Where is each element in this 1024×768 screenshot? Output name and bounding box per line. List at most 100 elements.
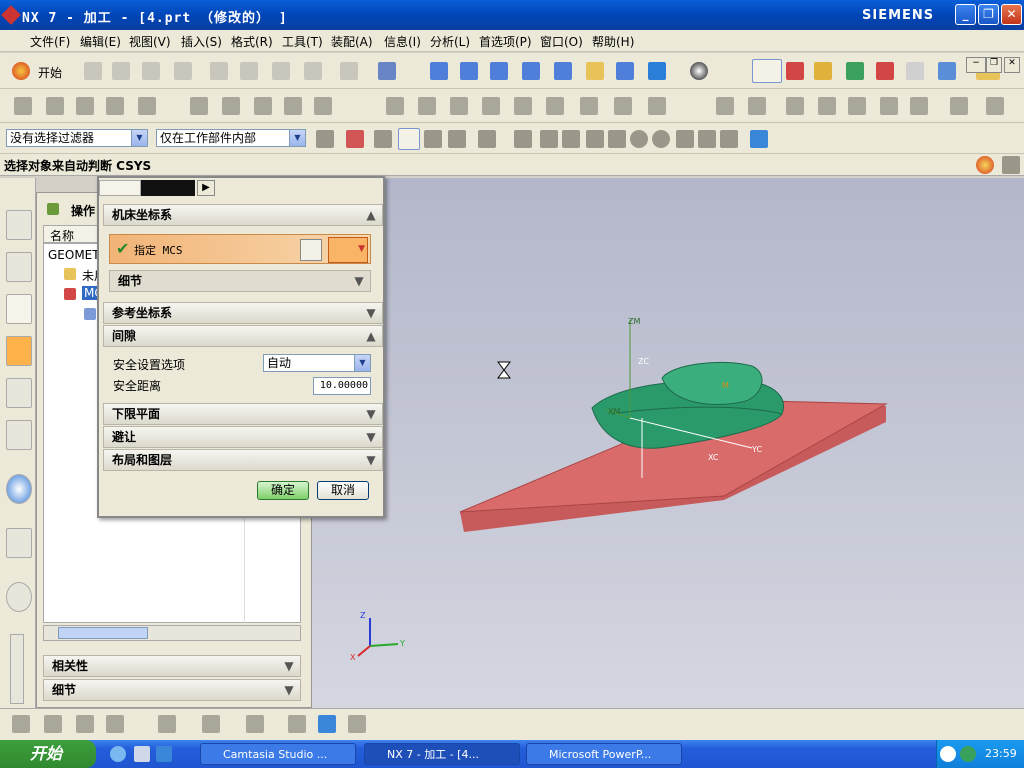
restore-subwindow-button[interactable]: −: [966, 57, 986, 73]
menu-view[interactable]: 视图(V): [129, 33, 171, 50]
assembly-navigator-tab[interactable]: [6, 210, 32, 240]
filter-settings-icon[interactable]: [316, 130, 334, 148]
section-details[interactable]: 细节 ▼: [43, 679, 301, 701]
perspective-icon[interactable]: [616, 62, 634, 80]
task-powerpoint[interactable]: Microsoft PowerP...: [526, 743, 682, 765]
web-browser-tab[interactable]: [6, 528, 32, 558]
menu-tools[interactable]: 工具(T): [282, 33, 323, 50]
menu-assembly[interactable]: 装配(A): [331, 33, 373, 50]
create-geometry-icon[interactable]: [76, 97, 94, 115]
shop-doc-icon[interactable]: [514, 97, 532, 115]
object-snap-icon[interactable]: [398, 128, 420, 150]
bottom-tool-10-icon[interactable]: [348, 715, 366, 733]
print-icon[interactable]: [174, 62, 192, 80]
cancel-button[interactable]: 取消: [317, 481, 369, 500]
section-machine-csys[interactable]: 机床坐标系 ▲: [103, 204, 383, 226]
section-avoidance[interactable]: 避让 ▼: [103, 426, 383, 448]
menu-window[interactable]: 窗口(O): [540, 33, 583, 50]
menu-insert[interactable]: 插入(S): [181, 33, 222, 50]
replay-path-icon[interactable]: [876, 62, 894, 80]
tray-arrow-icon[interactable]: [940, 746, 956, 762]
bottom-tool-7-icon[interactable]: [246, 715, 264, 733]
reuse-library-tab[interactable]: [6, 420, 32, 450]
point-on-face-icon[interactable]: [720, 130, 738, 148]
line-snap-icon[interactable]: [424, 130, 442, 148]
chevron-down-icon[interactable]: ▼: [289, 130, 305, 146]
rectangle-select-icon[interactable]: [478, 130, 496, 148]
menu-analysis[interactable]: 分析(L): [430, 33, 470, 50]
perpendicular-snap-icon[interactable]: [608, 130, 626, 148]
postprocess-icon[interactable]: [580, 97, 598, 115]
maximize-button[interactable]: ❐: [978, 4, 999, 25]
delete-icon[interactable]: [304, 62, 322, 80]
shaded-view-icon[interactable]: [648, 62, 666, 80]
paste-operation-icon[interactable]: [254, 97, 272, 115]
csys-type-dropdown[interactable]: ▼: [328, 237, 368, 263]
safety-option-select[interactable]: 自动 ▼: [263, 354, 371, 372]
bottom-tool-3-icon[interactable]: [76, 715, 94, 733]
center-snap-icon[interactable]: [630, 130, 648, 148]
output-icon[interactable]: [546, 97, 564, 115]
media-icon[interactable]: [156, 746, 172, 762]
undo-icon[interactable]: [340, 62, 358, 80]
create-method-icon[interactable]: [106, 97, 124, 115]
boundary-icon[interactable]: [880, 97, 898, 115]
full-screen-icon[interactable]: [1002, 156, 1020, 174]
assembly-snap-icon[interactable]: [750, 130, 768, 148]
section-reference-csys[interactable]: 参考坐标系 ▼: [103, 302, 383, 324]
ie-icon[interactable]: [110, 746, 126, 762]
cls-manager-icon[interactable]: [648, 97, 666, 115]
chevron-down-icon[interactable]: ▼: [131, 130, 147, 146]
blank-icon[interactable]: [950, 97, 968, 115]
feature-group-icon[interactable]: [748, 97, 766, 115]
history-clock-icon[interactable]: [6, 582, 32, 612]
horizontal-scrollbar[interactable]: [43, 625, 301, 641]
maximize-subwindow-button[interactable]: ❐: [986, 57, 1002, 73]
zoom-icon[interactable]: [460, 62, 478, 80]
close-subwindow-button[interactable]: ✕: [1004, 57, 1020, 73]
undo-select-icon[interactable]: [374, 130, 392, 148]
bottom-tool-2-icon[interactable]: [44, 715, 62, 733]
desktop-icon[interactable]: [134, 746, 150, 762]
wcs-dynamic-icon[interactable]: [752, 59, 782, 83]
copy-icon[interactable]: [240, 62, 258, 80]
section-layout-layers[interactable]: 布局和图层 ▼: [103, 449, 383, 471]
quadrant-snap-icon[interactable]: [652, 130, 670, 148]
menu-file[interactable]: 文件(F): [30, 33, 70, 50]
copy-operation-icon[interactable]: [222, 97, 240, 115]
tray-app-icon[interactable]: [960, 746, 976, 762]
graphics-window[interactable]: ZM XM M XC YC ZC Z Y X: [312, 178, 1024, 708]
machine-tool-navigator-tab[interactable]: [6, 336, 32, 366]
resource-scroll[interactable]: [10, 634, 24, 704]
open-file-icon[interactable]: [112, 62, 130, 80]
cut-icon[interactable]: [210, 62, 228, 80]
edit-object-icon[interactable]: [378, 62, 396, 80]
surface-icon[interactable]: [910, 97, 928, 115]
transform-icon[interactable]: [450, 97, 468, 115]
menu-help[interactable]: 帮助(H): [592, 33, 634, 50]
type-filter-select[interactable]: 没有选择过滤器 ▼: [6, 129, 148, 147]
operation-navigator-tab[interactable]: [6, 294, 32, 324]
midpoint-snap-icon[interactable]: [540, 130, 558, 148]
information-icon[interactable]: [482, 97, 500, 115]
csys-dialog-button[interactable]: [300, 239, 322, 261]
process-icon[interactable]: [786, 97, 804, 115]
curve-snap-icon[interactable]: [448, 130, 466, 148]
select-cursor-icon[interactable]: [906, 62, 924, 80]
task-camtasia[interactable]: Camtasia Studio ...: [200, 743, 356, 765]
point-snap-icon[interactable]: [676, 130, 694, 148]
point-icon[interactable]: [818, 97, 836, 115]
tool-path-list-icon[interactable]: [614, 97, 632, 115]
ok-button[interactable]: 确定: [257, 481, 309, 500]
start-icon[interactable]: [12, 62, 30, 80]
menu-edit[interactable]: 编辑(E): [80, 33, 121, 50]
endpoint-snap-icon[interactable]: [514, 130, 532, 148]
object-display-icon[interactable]: [418, 97, 436, 115]
start-menu-label[interactable]: 开始: [38, 64, 62, 81]
specify-mcs-row[interactable]: ✔ 指定 MCS ▼: [109, 234, 371, 264]
start-button[interactable]: 开始: [0, 740, 96, 768]
bottom-tool-1-icon[interactable]: [12, 715, 30, 733]
section-lower-plane[interactable]: 下限平面 ▼: [103, 403, 383, 425]
new-file-icon[interactable]: [84, 62, 102, 80]
mill-feature-icon[interactable]: [716, 97, 734, 115]
